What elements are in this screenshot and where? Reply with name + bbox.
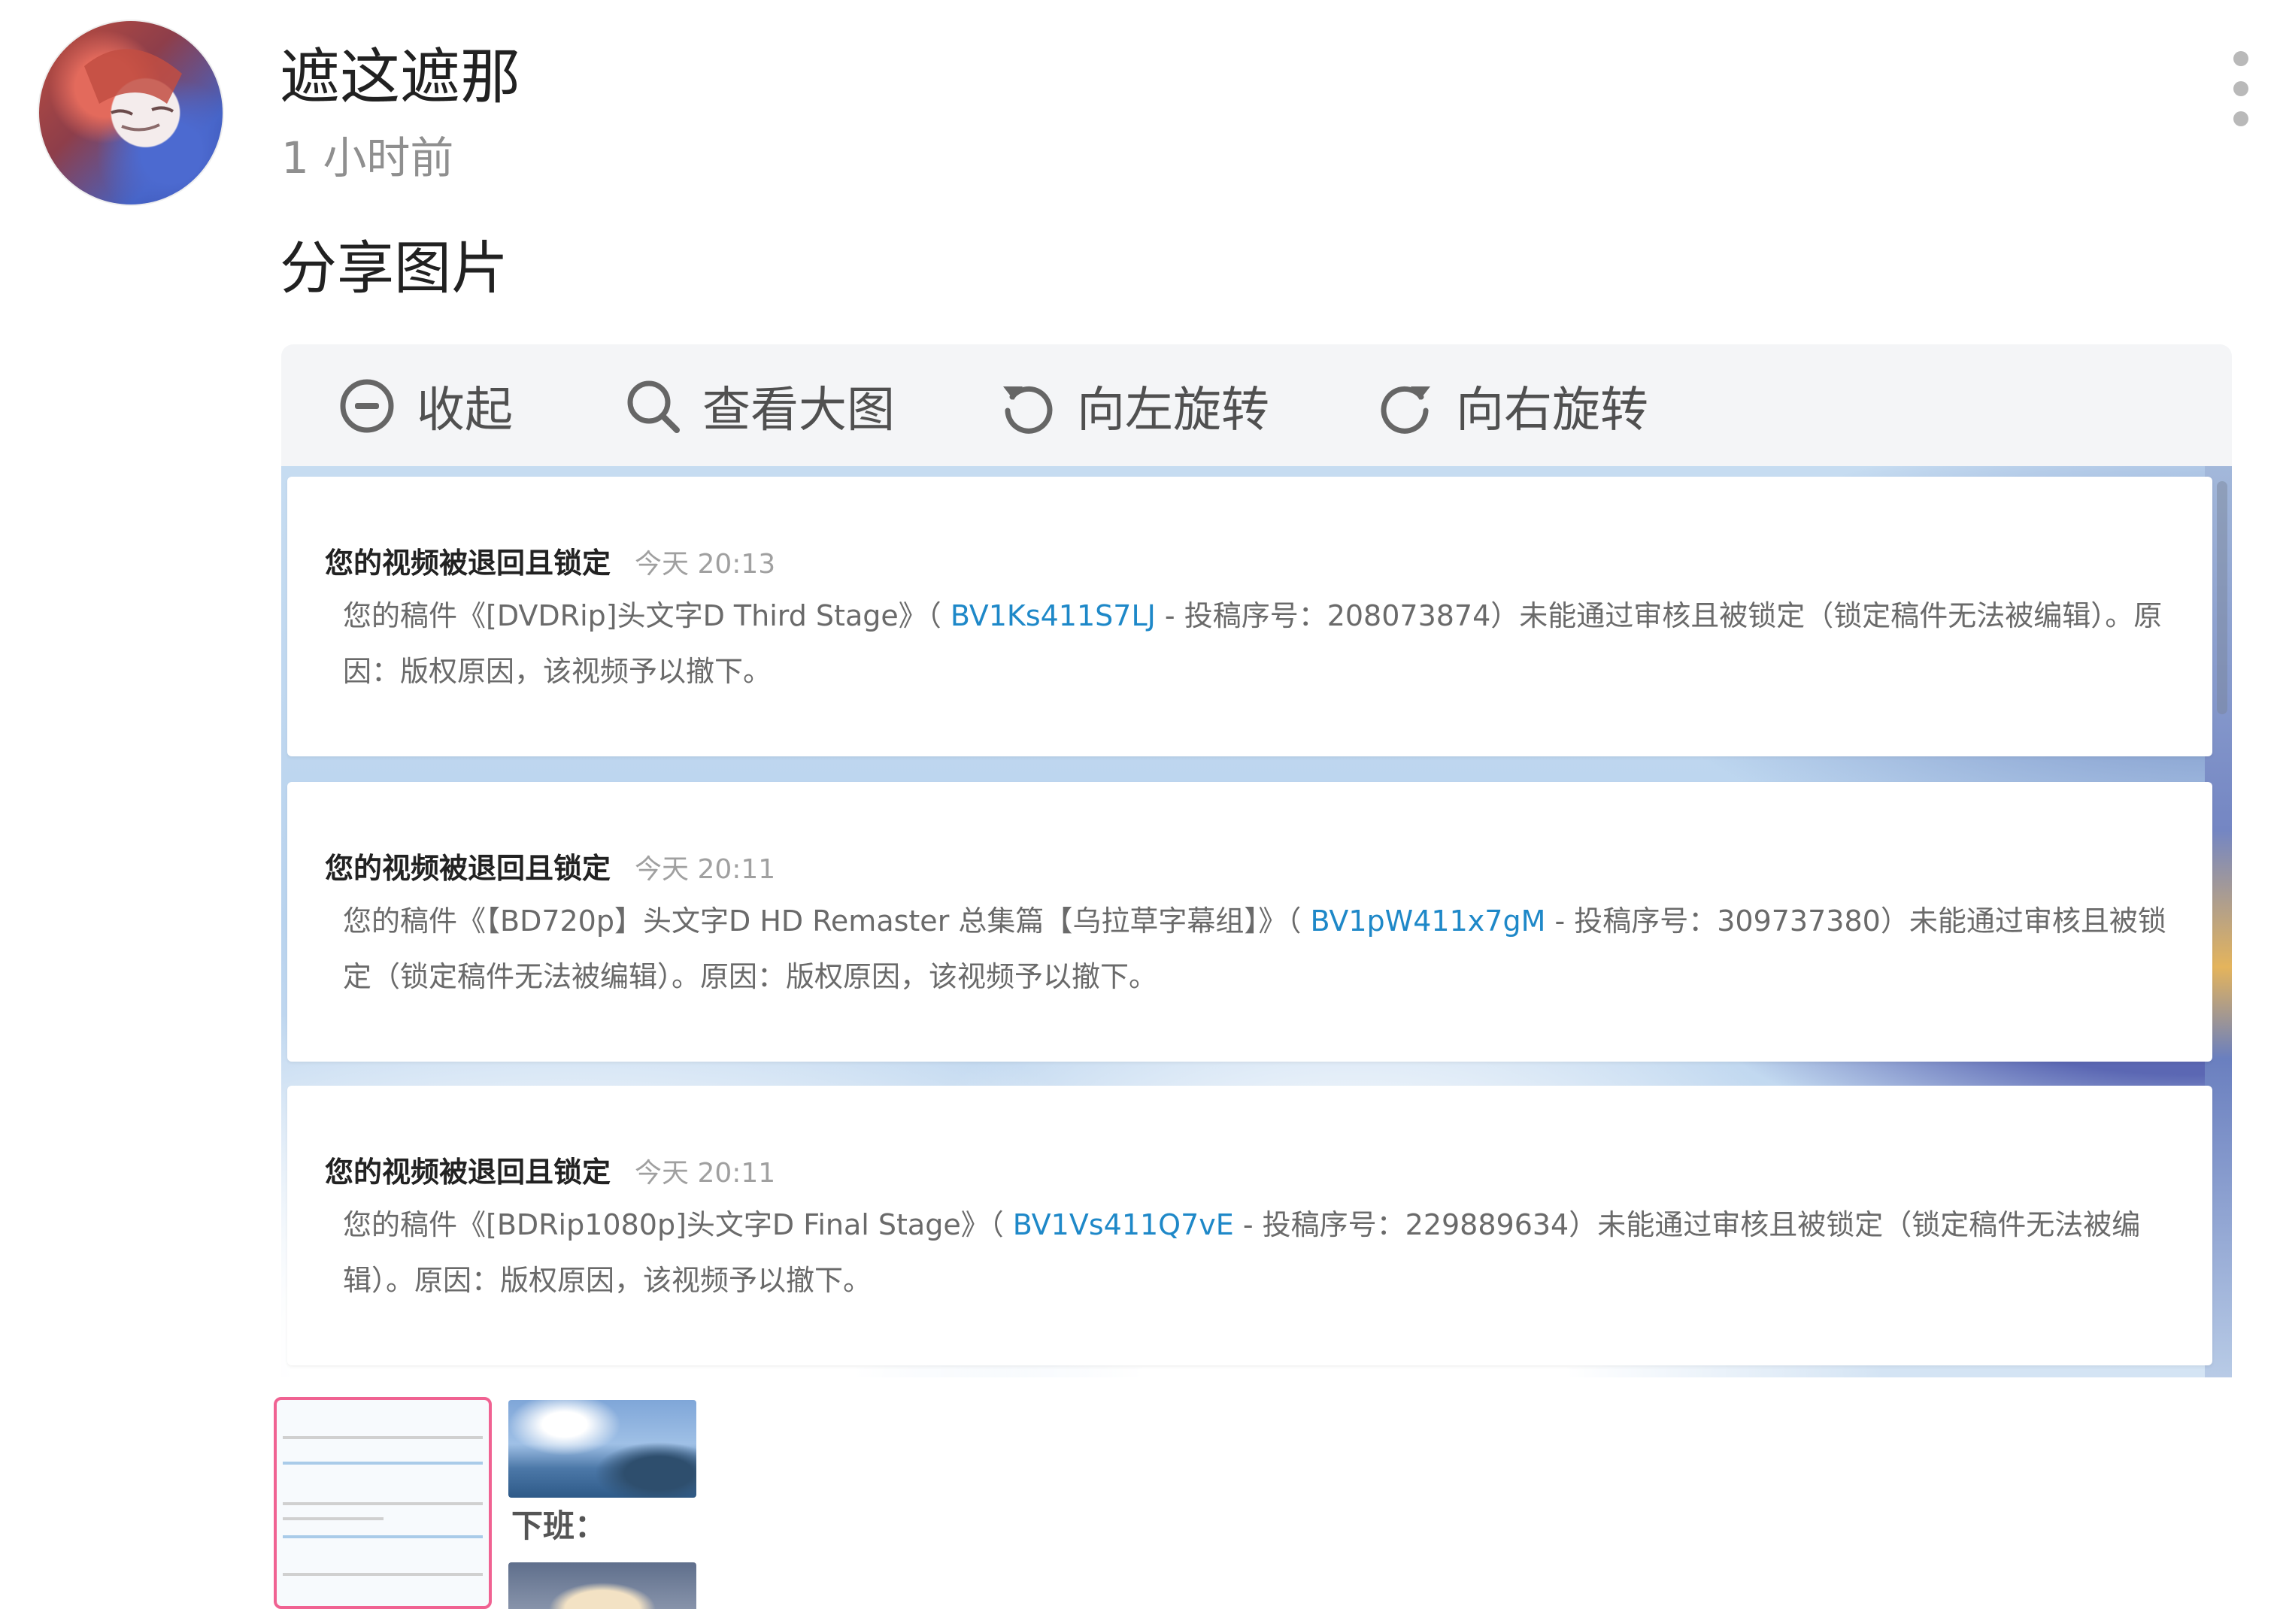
video-id-link: BV1Vs411Q7vE (1012, 1208, 1234, 1241)
thumbnail-text-line (283, 1436, 483, 1439)
notification-text: 您的稿件《[DVDRip]头文字D Third Stage》（ (343, 599, 951, 632)
notification-card: 您的视频被退回且锁定 今天 20:11 您的稿件《【BD720p】头文字D HD… (287, 782, 2212, 1062)
shared-image[interactable]: 您的视频被退回且锁定 今天 20:13 您的稿件《[DVDRip]头文字D Th… (281, 466, 2232, 1377)
notification-body: 您的稿件《[DVDRip]头文字D Third Stage》（ BV1Ks411… (343, 588, 2178, 699)
thumbnail-strip: 下班： (274, 1397, 725, 1609)
thumbnail-divider (283, 1535, 483, 1538)
image-scrollbar (2217, 481, 2227, 714)
thumbnail-caption: 下班： (511, 1507, 607, 1544)
author-name[interactable]: 遮这遮那 (280, 36, 520, 119)
image-toolbar: 收起 查看大图 向左旋转 向右旋转 (281, 344, 2232, 468)
search-icon (627, 380, 680, 433)
thumbnail-text-line (283, 1517, 384, 1520)
rotate-right-icon (1381, 386, 1430, 434)
rotate-left-icon (1003, 386, 1053, 434)
thumbnail-text-line (283, 1573, 483, 1576)
view-large-button[interactable]: 查看大图 (624, 370, 895, 442)
thumbnail[interactable] (508, 1562, 696, 1609)
collapse-icon (340, 379, 394, 433)
notification-text: 您的稿件《【BD720p】头文字D HD Remaster 总集篇【乌拉草字幕组… (343, 904, 1311, 938)
notification-card: 您的视频被退回且锁定 今天 20:13 您的稿件《[DVDRip]头文字D Th… (287, 477, 2212, 756)
collapse-label: 收起 (417, 383, 513, 438)
notification-time: 今天 20:11 (635, 1158, 776, 1189)
post-text: 分享图片 (280, 235, 508, 301)
notification-body: 您的稿件《[BDRip1080p]头文字D Final Stage》（ BV1V… (343, 1197, 2178, 1308)
notification-title: 您的视频被退回且锁定 (325, 1156, 611, 1189)
rotate-right-label: 向右旋转 (1456, 383, 1648, 438)
video-id-link: BV1Ks411S7LJ (950, 599, 1156, 632)
video-id-link: BV1pW411x7gM (1310, 904, 1546, 938)
rotate-right-button[interactable]: 向右旋转 (1378, 370, 1648, 442)
notification-header: 您的视频被退回且锁定 今天 20:13 (325, 540, 775, 585)
thumbnail-selected[interactable] (274, 1397, 492, 1609)
notification-title: 您的视频被退回且锁定 (325, 547, 611, 580)
notification-header: 您的视频被退回且锁定 今天 20:11 (325, 845, 775, 890)
more-dot-icon (2233, 81, 2248, 96)
rotate-left-button[interactable]: 向左旋转 (999, 370, 1269, 442)
more-options-button[interactable] (2226, 51, 2256, 126)
thumbnail-text-line (283, 1502, 483, 1505)
notification-card: 您的视频被退回且锁定 今天 20:11 您的稿件《[BDRip1080p]头文字… (287, 1086, 2212, 1365)
notification-body: 您的稿件《【BD720p】头文字D HD Remaster 总集篇【乌拉草字幕组… (343, 893, 2178, 1004)
notification-time: 今天 20:13 (635, 549, 776, 580)
rotate-left-label: 向左旋转 (1077, 383, 1269, 438)
thumbnail[interactable] (508, 1400, 696, 1498)
collapse-button[interactable]: 收起 (338, 370, 513, 442)
post-time: 1 小时前 (281, 132, 454, 183)
more-dot-icon (2233, 111, 2248, 126)
notification-header: 您的视频被退回且锁定 今天 20:11 (325, 1149, 775, 1194)
avatar[interactable] (39, 21, 223, 205)
avatar-illustration (84, 49, 182, 132)
notification-title: 您的视频被退回且锁定 (325, 852, 611, 885)
notification-time: 今天 20:11 (635, 854, 776, 885)
more-dot-icon (2233, 51, 2248, 66)
view-large-label: 查看大图 (702, 383, 895, 438)
notification-text: 您的稿件《[BDRip1080p]头文字D Final Stage》（ (343, 1208, 1013, 1241)
thumbnail-divider (283, 1462, 483, 1465)
